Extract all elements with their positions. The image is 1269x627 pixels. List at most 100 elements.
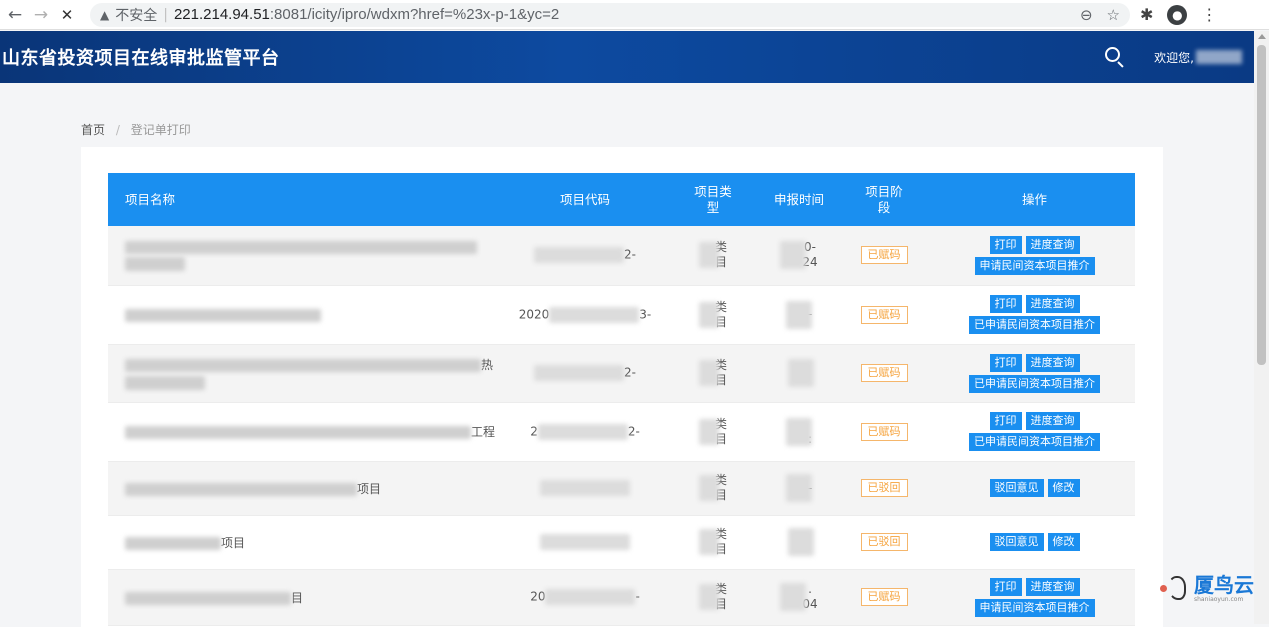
- print-button[interactable]: 打印: [989, 353, 1022, 372]
- project-name-text: 项目: [221, 535, 246, 550]
- project-stage-cell: 已赋码: [834, 402, 934, 462]
- project-name-text: 工程: [471, 425, 496, 439]
- status-badge: 已赋码: [860, 588, 908, 606]
- progress-query-button[interactable]: 进度查询: [1025, 295, 1080, 313]
- warning-icon[interactable]: ▲: [100, 8, 109, 22]
- project-code-cell: [508, 461, 662, 516]
- browser-toolbar: ← → ✕ ▲ 不安全 | 221.214.94.51 :8081/icity/…: [0, 0, 1269, 30]
- stop-icon[interactable]: ✕: [56, 4, 78, 26]
- project-name-cell[interactable]: 热: [108, 344, 508, 403]
- print-button[interactable]: 打印: [989, 295, 1022, 313]
- project-type-cell: 类目: [662, 402, 764, 462]
- project-code-prefix: 20: [530, 589, 546, 604]
- progress-query-button[interactable]: 进度查询: [1025, 577, 1080, 596]
- project-name-cell[interactable]: 目: [108, 569, 508, 626]
- url-host: 221.214.94.51: [173, 6, 270, 23]
- project-stage-cell: 已赋码: [834, 569, 934, 626]
- reject-opinion-button[interactable]: 驳回意见: [989, 479, 1044, 497]
- progress-query-button[interactable]: 进度查询: [1025, 353, 1080, 372]
- project-name-cell[interactable]: 工程: [108, 402, 508, 462]
- scroll-up-icon[interactable]: [1258, 34, 1266, 39]
- watermark-logo: 厦鸟云 shaniaoyun.com: [1160, 573, 1254, 603]
- star-icon[interactable]: ☆: [1107, 6, 1120, 24]
- project-name-cell[interactable]: [108, 285, 508, 345]
- report-date-cell: . 04: [764, 569, 834, 626]
- operations-cell: 打印 进度查询申请民间资本项目推介: [934, 569, 1135, 626]
- forward-icon[interactable]: →: [30, 4, 52, 26]
- edit-button[interactable]: 修改: [1047, 533, 1080, 551]
- progress-query-button[interactable]: 进度查询: [1025, 235, 1080, 254]
- header-ops: 操作: [934, 173, 1135, 226]
- project-code-cell: 2 2-: [508, 402, 662, 462]
- private-capital-recommend-button[interactable]: 已申请民间资本项目推介: [969, 316, 1100, 334]
- project-name-cell[interactable]: 项目: [108, 515, 508, 570]
- project-code-cell: 2-: [508, 226, 662, 286]
- operations-cell: 驳回意见 修改: [934, 461, 1135, 516]
- project-code-suffix: 2-: [624, 247, 636, 262]
- scroll-thumb[interactable]: [1257, 45, 1266, 365]
- project-stage-cell: 已驳回: [834, 515, 934, 570]
- project-code-suffix: -: [635, 589, 640, 604]
- welcome-text: 欢迎您,: [1154, 50, 1194, 65]
- zoom-icon[interactable]: ⊖: [1080, 6, 1093, 24]
- operations-cell: 驳回意见 修改: [934, 515, 1135, 570]
- project-code-cell: 2-: [508, 344, 662, 403]
- project-stage-cell: 已赋码: [834, 285, 934, 345]
- private-capital-recommend-button[interactable]: 申请民间资本项目推介: [974, 598, 1095, 617]
- status-badge: 已赋码: [860, 305, 908, 324]
- report-date-text: .: [808, 582, 812, 596]
- extension-icon[interactable]: ✱: [1140, 5, 1153, 24]
- username-redacted[interactable]: [1196, 50, 1242, 64]
- project-code-suffix: 2-: [627, 424, 640, 438]
- menu-icon[interactable]: ⋮: [1201, 5, 1217, 24]
- page-scrollbar[interactable]: [1254, 31, 1269, 624]
- private-capital-recommend-button[interactable]: 已申请民间资本项目推介: [969, 433, 1100, 451]
- report-date-cell: :: [764, 402, 834, 462]
- back-icon[interactable]: ←: [4, 4, 26, 26]
- status-badge: 已驳回: [860, 479, 908, 497]
- breadcrumb-current: 登记单打印: [130, 123, 191, 137]
- progress-query-button[interactable]: 进度查询: [1025, 412, 1080, 430]
- project-name-cell[interactable]: [108, 226, 508, 286]
- operations-cell: 打印 进度查询申请民间资本项目推介: [934, 226, 1135, 286]
- print-button[interactable]: 打印: [989, 577, 1022, 596]
- header-name: 项目名称: [108, 173, 508, 226]
- breadcrumb-home[interactable]: 首页: [81, 123, 105, 137]
- project-name-cell[interactable]: 项目: [108, 461, 508, 516]
- project-type-cell: 类目: [662, 569, 764, 626]
- project-name-text: 目: [291, 590, 304, 605]
- site-title[interactable]: 山东省投资项目在线审批监管平台: [0, 44, 280, 70]
- project-code-cell: [508, 515, 662, 570]
- project-stage-cell: 已驳回: [834, 461, 934, 516]
- project-code-cell: 2020 3-: [508, 285, 662, 345]
- search-icon[interactable]: [1104, 46, 1126, 68]
- profile-icon[interactable]: ●: [1167, 4, 1188, 25]
- project-type-cell: 类目: [662, 226, 764, 286]
- edit-button[interactable]: 修改: [1047, 479, 1080, 497]
- header-type: 项目类型: [662, 173, 764, 226]
- report-date-cell: -: [764, 285, 834, 345]
- insecure-label[interactable]: 不安全: [115, 5, 157, 25]
- private-capital-recommend-button[interactable]: 已申请民间资本项目推介: [969, 374, 1100, 393]
- project-type-cell: 类目: [662, 515, 764, 570]
- project-code-suffix: 3-: [639, 307, 652, 321]
- url-path: :8081/icity/ipro/wdxm?href=%23x-p-1&yc=2: [269, 6, 560, 23]
- address-bar[interactable]: ▲ 不安全 | 221.214.94.51 :8081/icity/ipro/w…: [90, 2, 1130, 27]
- table-row: 2- 类目 0- 24 已赋码 打印 进度查询 申请民间资本项目推介: [108, 226, 1135, 286]
- print-button[interactable]: 打印: [989, 235, 1022, 254]
- project-name-text: 热: [481, 358, 494, 372]
- private-capital-recommend-button[interactable]: 申请民间资本项目推介: [974, 256, 1095, 275]
- table-row: 热 2- 类目 已赋码 打印 进度查询 已申请民间资本项目推介: [108, 344, 1135, 403]
- table-row: 项目 类目- 已驳回 驳回意见修改: [108, 461, 1135, 516]
- status-badge: 已赋码: [860, 364, 908, 382]
- header-code: 项目代码: [508, 173, 662, 226]
- address-separator: |: [163, 6, 168, 23]
- project-name-text: 项目: [357, 481, 382, 496]
- reject-opinion-button[interactable]: 驳回意见: [989, 533, 1044, 551]
- print-button[interactable]: 打印: [989, 412, 1022, 430]
- operations-cell: 打印 进度查询已申请民间资本项目推介: [934, 344, 1135, 403]
- table-row: 项目 类目 已驳回 驳回意见 修改: [108, 515, 1135, 570]
- site-header: 山东省投资项目在线审批监管平台 欢迎您,: [0, 31, 1254, 83]
- bird-logo-icon: [1160, 573, 1190, 603]
- table-row: 2020 3- 类目- 已赋码 打印进度查询已申请民间资本项目推介: [108, 285, 1135, 345]
